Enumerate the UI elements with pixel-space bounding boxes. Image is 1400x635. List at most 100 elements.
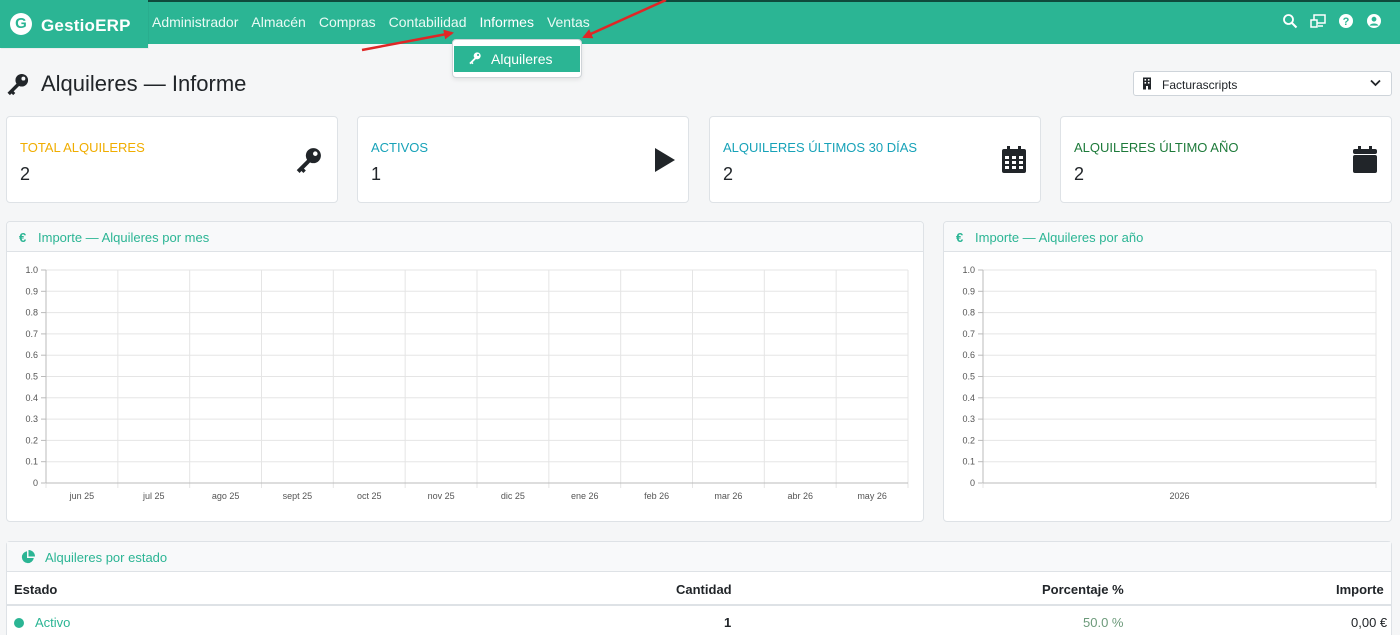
stat-label: ACTIVOS [371,140,429,155]
x-tick-label: abr 26 [787,491,813,501]
help-icon[interactable]: ? [1338,13,1354,29]
status-dot [14,618,24,628]
x-tick-label: mar 26 [714,491,742,501]
y-tick-label: 0.7 [25,329,38,339]
x-tick-label: jul 25 [142,491,165,501]
y-tick-label: 0.1 [962,457,975,467]
y-tick-label: 0.4 [962,393,975,403]
panel-importe-por-ano: € Importe — Alquileres por año 0 0.1 0.2 0.… [943,221,1392,522]
panel-title: Importe — Alquileres por año [975,230,1144,245]
y-tick-label: 0 [33,478,38,488]
stat-card-activos: ACTIVOS 1 [357,116,689,203]
dropdown-item-alquileres[interactable]: Alquileres [454,46,580,72]
y-tick-label: 1.0 [962,265,975,275]
x-tick-label: nov 25 [428,491,455,501]
svg-text:?: ? [1343,16,1350,28]
informes-dropdown: Alquileres [452,39,582,78]
stat-card-ultimos-30-dias: ALQUILERES ÚLTIMOS 30 DÍAS 2 [709,116,1041,203]
column-header-cantidad[interactable]: Cantidad [676,582,732,597]
y-tick-label: 0.5 [962,372,975,382]
y-tick-label: 0.9 [25,286,38,296]
nav-item-compras[interactable]: Compras [319,14,376,30]
nav-menu: Administrador Almacén Compras Contabilid… [152,14,603,30]
navbar: G GestioERP Administrador Almacén Compra… [0,0,1400,48]
y-tick-label: 0.8 [25,308,38,318]
cell-porcentaje: 50.0 % [1083,615,1124,630]
pie-chart-icon [21,550,35,564]
stat-value: 1 [371,164,382,184]
table-header-row: Estado Cantidad Porcentaje % Importe [7,572,1391,606]
column-header-importe[interactable]: Importe [1336,582,1384,597]
stat-label: ALQUILERES ÚLTIMO AÑO [1074,140,1239,155]
panel-alquileres-por-estado: Alquileres por estado Estado Cantidad Po… [6,541,1392,635]
stat-value: 2 [723,164,734,184]
panel-title: Importe — Alquileres por mes [38,230,210,245]
search-icon[interactable] [1282,13,1298,29]
column-header-porcentaje[interactable]: Porcentaje % [1042,582,1124,597]
x-tick-label: feb 26 [644,491,669,501]
x-tick-label: ago 25 [212,491,240,501]
stat-label: ALQUILERES ÚLTIMOS 30 DÍAS [723,140,918,155]
play-icon [655,148,675,172]
brand[interactable]: G GestioERP [0,0,148,48]
building-icon [1143,77,1151,90]
panel-header: Alquileres por estado [7,542,1391,572]
x-tick-label: ene 26 [571,491,599,501]
x-tick-label: dic 25 [501,491,525,501]
nav-item-contabilidad[interactable]: Contabilidad [389,14,467,30]
calendar-grid-icon [1002,146,1026,173]
nav-icons: ? [1282,13,1382,29]
y-tick-label: 0.5 [25,372,38,382]
y-tick-label: 0.1 [25,457,38,467]
x-tick-label: may 26 [857,491,887,501]
nav-item-ventas[interactable]: Ventas [547,14,590,30]
calendar-icon [1353,146,1377,173]
company-select[interactable]: Facturascripts [1133,71,1392,96]
brand-logo: G [10,13,32,35]
y-tick-label: 0.3 [962,414,975,424]
key-icon [7,73,29,96]
column-header-estado[interactable]: Estado [14,582,57,597]
y-tick-label: 0.7 [962,329,975,339]
stat-value: 2 [20,164,31,184]
y-tick-label: 1.0 [25,265,38,275]
y-tick-label: 0.6 [962,350,975,360]
panel-importe-por-mes: € Importe — Alquileres por mes 0 0.1 0.2 0.… [6,221,924,522]
x-tick-label: jun 25 [69,491,95,501]
cell-cantidad: 1 [724,615,732,630]
chevron-down-icon [1370,79,1381,87]
y-tick-label: 0.4 [25,393,38,403]
y-tick-label: 0.9 [962,286,975,296]
nav-item-administrador[interactable]: Administrador [152,14,238,30]
stat-card-total-alquileres: TOTAL ALQUILERES 2 [6,116,338,203]
panel-header: € Importe — Alquileres por año [944,222,1391,252]
key-icon [469,52,481,65]
dropdown-item-label: Alquileres [491,51,553,67]
chart-importe-por-ano: 0 0.1 0.2 0.3 0.4 0.5 0.6 0.7 0.8 0.9 1.0 2026 [962,265,1377,501]
stat-label: TOTAL ALQUILERES [20,140,145,155]
x-tick-label: 2026 [1169,491,1189,501]
user-icon[interactable] [1366,13,1382,29]
cell-estado[interactable]: Activo [35,615,70,630]
brand-name: GestioERP [41,16,131,35]
nav-item-almacen[interactable]: Almacén [251,14,305,30]
y-tick-label: 0.2 [962,435,975,445]
x-tick-label: sept 25 [283,491,313,501]
chart-importe-por-mes: 0 0.1 0.2 0.3 0.4 0.5 0.6 0.7 0.8 0.9 1.0 jun 25 jul… [25,265,909,501]
table-row: Activo 1 50.0 % 0,00 € [7,606,1391,635]
y-tick-label: 0.2 [25,435,38,445]
stat-card-ultimo-ano: ALQUILERES ÚLTIMO AÑO 2 [1060,116,1392,203]
page-title: Alquileres — Informe [41,71,247,96]
y-tick-label: 0.6 [25,350,38,360]
screen-share-icon[interactable] [1310,13,1326,29]
euro-icon: € [19,230,27,245]
stat-value: 2 [1074,164,1085,184]
panel-header: € Importe — Alquileres por mes [7,222,923,252]
y-tick-label: 0.8 [962,308,975,318]
panel-title: Alquileres por estado [45,550,168,565]
nav-item-informes[interactable]: Informes [479,14,533,30]
cell-importe: 0,00 € [1351,615,1388,630]
x-tick-label: oct 25 [357,491,382,501]
y-tick-label: 0 [970,478,975,488]
y-tick-label: 0.3 [25,414,38,424]
